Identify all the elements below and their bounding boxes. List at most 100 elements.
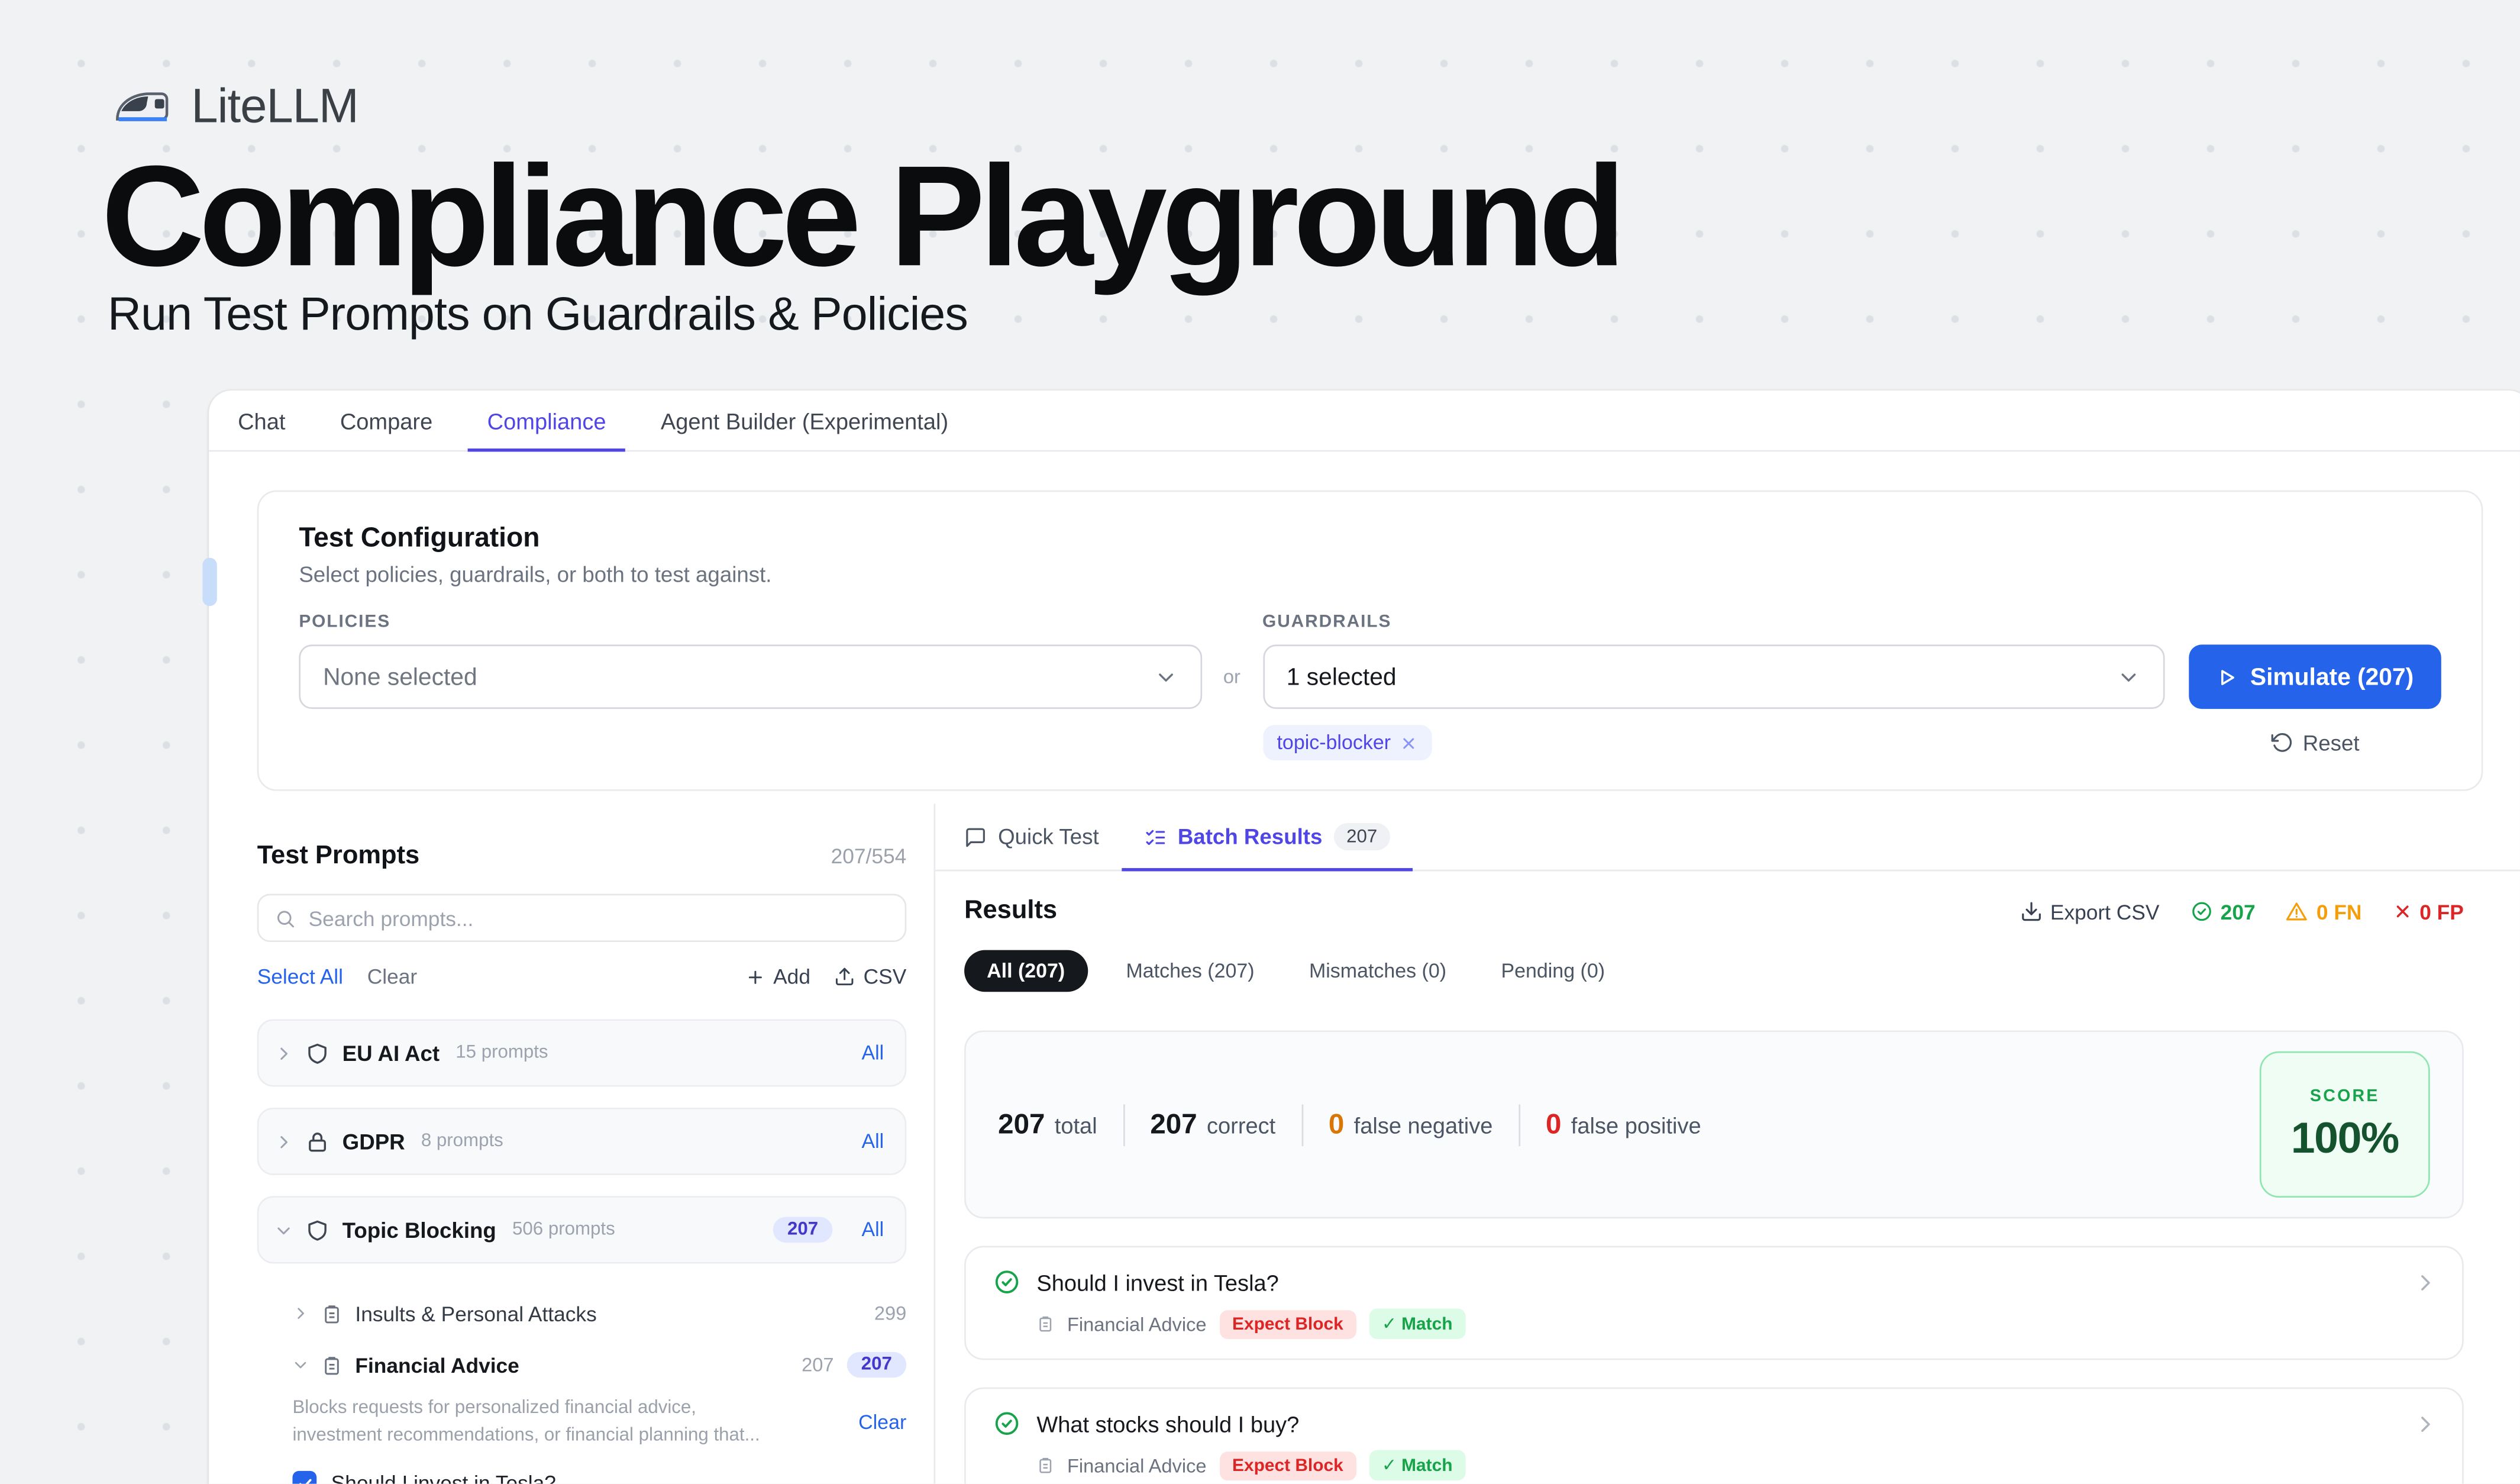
match-label: Match — [1401, 1314, 1452, 1334]
policies-select[interactable]: None selected — [299, 644, 1201, 709]
clipboard-icon — [1036, 1456, 1054, 1474]
policies-label: POLICIES — [299, 612, 1201, 632]
tab-compare[interactable]: Compare — [340, 391, 432, 450]
result-row[interactable]: What stocks should I buy? Financial Advi… — [964, 1388, 2464, 1484]
tab-agent-builder[interactable]: Agent Builder (Experimental) — [661, 391, 948, 450]
group-all-link[interactable]: All — [861, 1130, 884, 1153]
upload-csv-button[interactable]: CSV — [835, 964, 907, 989]
search-input[interactable] — [309, 906, 889, 930]
export-csv-button[interactable]: Export CSV — [2020, 899, 2159, 924]
prompt-group-topic-blocking[interactable]: Topic Blocking 506 prompts 207 All — [257, 1196, 907, 1263]
false-positive-summary: 0 false positive — [1546, 1108, 1701, 1141]
chevron-right-icon[interactable] — [275, 1133, 293, 1150]
results-tabbar: Quick Test Batch Results 207 — [935, 804, 2520, 871]
policies-field: POLICIES None selected — [299, 612, 1201, 709]
filter-pending[interactable]: Pending (0) — [1485, 950, 1621, 992]
filter-mismatches[interactable]: Mismatches (0) — [1293, 950, 1462, 992]
result-filters: All (207) Matches (207) Mismatches (0) P… — [964, 950, 2464, 992]
fp-label: false positive — [1571, 1112, 1701, 1138]
check-circle-icon — [993, 1269, 1020, 1296]
chevron-down-icon[interactable] — [275, 1221, 293, 1238]
result-category: Financial Advice — [1067, 1454, 1207, 1476]
results-panel: Quick Test Batch Results 207 Results — [935, 804, 2520, 1483]
tab-compliance[interactable]: Compliance — [487, 391, 606, 450]
clear-link[interactable]: Clear — [367, 964, 417, 989]
tab-chat[interactable]: Chat — [238, 391, 285, 450]
add-prompt-button[interactable]: Add — [746, 964, 810, 989]
subgroup-financial-advice[interactable]: Financial Advice 207 207 — [292, 1339, 906, 1391]
brand-name: LiteLLM — [191, 80, 358, 135]
subgroup-description: Blocks requests for personalized financi… — [292, 1395, 766, 1449]
score-box: SCORE 100% — [2260, 1051, 2430, 1198]
play-icon — [2217, 666, 2237, 687]
divider — [1123, 1104, 1125, 1146]
chevron-down-icon — [2117, 664, 2141, 689]
group-all-link[interactable]: All — [861, 1041, 884, 1064]
main-tabbar: Chat Compare Compliance Agent Builder (E… — [209, 391, 2520, 451]
expect-block-badge: Expect Block — [1219, 1309, 1356, 1338]
group-selected-badge: 207 — [773, 1217, 833, 1243]
lock-icon — [305, 1130, 329, 1154]
prompt-group-gdpr[interactable]: GDPR 8 prompts All — [257, 1108, 907, 1175]
subgroup-clear-link[interactable]: Clear — [858, 1411, 906, 1433]
train-icon — [109, 86, 174, 129]
tab-label: Quick Test — [998, 825, 1099, 849]
card-notch — [202, 558, 217, 606]
chevron-right-icon[interactable] — [275, 1044, 293, 1062]
group-all-link[interactable]: All — [861, 1218, 884, 1241]
false-negative-summary: 0 false negative — [1329, 1108, 1492, 1141]
tab-batch-results[interactable]: Batch Results 207 — [1144, 804, 1390, 869]
simulate-button[interactable]: Simulate (207) — [2189, 644, 2441, 709]
tab-quick-test[interactable]: Quick Test — [964, 804, 1099, 869]
batch-results-count-badge: 207 — [1333, 823, 1390, 850]
score-value: 100% — [2291, 1113, 2399, 1163]
expect-block-badge: Expect Block — [1219, 1451, 1356, 1480]
main-card: Chat Compare Compliance Agent Builder (E… — [209, 391, 2520, 1483]
config-title: Test Configuration — [299, 522, 2441, 554]
shield-icon — [305, 1218, 329, 1242]
reset-button[interactable]: Reset — [2270, 731, 2359, 755]
test-prompts-panel: Test Prompts 207/554 Select All Clear — [209, 804, 935, 1483]
export-csv-label: Export CSV — [2050, 899, 2160, 924]
prompt-group-eu-ai-act[interactable]: EU AI Act 15 prompts All — [257, 1019, 907, 1086]
result-row[interactable]: Should I invest in Tesla? Financial Advi… — [964, 1246, 2464, 1360]
filter-all[interactable]: All (207) — [964, 950, 1087, 992]
chat-bubble-icon — [964, 825, 987, 848]
guardrail-chip-topic-blocker[interactable]: topic-blocker — [1262, 725, 1433, 760]
select-all-link[interactable]: Select All — [257, 964, 343, 989]
group-name: EU AI Act — [343, 1041, 440, 1065]
subgroup-count: 299 — [874, 1302, 906, 1325]
or-label: or — [1201, 666, 1262, 709]
plus-icon — [746, 967, 765, 986]
chevron-right-icon[interactable] — [292, 1305, 308, 1321]
chevron-right-icon — [2414, 1412, 2437, 1435]
group-name: Topic Blocking — [343, 1218, 496, 1242]
group-count: 15 prompts — [455, 1043, 548, 1063]
close-icon[interactable] — [1400, 734, 1418, 751]
reset-label: Reset — [2303, 731, 2360, 755]
false-positive-stat: 0 FP — [2392, 899, 2464, 924]
prompt-checkbox[interactable] — [292, 1472, 316, 1484]
fp-count: 0 FP — [2419, 899, 2464, 924]
result-title: Should I invest in Tesla? — [1036, 1269, 1279, 1295]
fn-value: 0 — [1329, 1108, 1344, 1141]
prompt-item[interactable]: Should I invest in Tesla? — [292, 1472, 906, 1484]
guardrails-select[interactable]: 1 selected — [1262, 644, 2164, 709]
match-badge: ✓Match — [1369, 1308, 1465, 1339]
group-name: GDPR — [343, 1130, 405, 1154]
divider — [1519, 1104, 1520, 1146]
group-count: 506 prompts — [512, 1220, 615, 1240]
results-summary-card: 207 total 207 correct 0 false — [964, 1030, 2464, 1218]
chevron-down-icon[interactable] — [292, 1357, 308, 1373]
correct-stat: 207 correct — [1150, 1108, 1275, 1141]
guardrails-label: GUARDRAILS — [1262, 612, 2164, 632]
subgroup-insults[interactable]: Insults & Personal Attacks 299 — [292, 1288, 906, 1339]
pass-count-stat: 207 — [2190, 899, 2256, 924]
compliance-playground-page: LiteLLM Compliance Playground Run Test P… — [0, 0, 2520, 1484]
rotate-ccw-icon — [2270, 731, 2293, 754]
topic-blocking-subgroups: Insults & Personal Attacks 299 Financ — [257, 1285, 907, 1484]
filter-matches[interactable]: Matches (207) — [1110, 950, 1270, 992]
result-title: What stocks should I buy? — [1036, 1411, 1299, 1436]
clipboard-icon — [321, 1303, 342, 1324]
x-icon — [2392, 902, 2412, 921]
